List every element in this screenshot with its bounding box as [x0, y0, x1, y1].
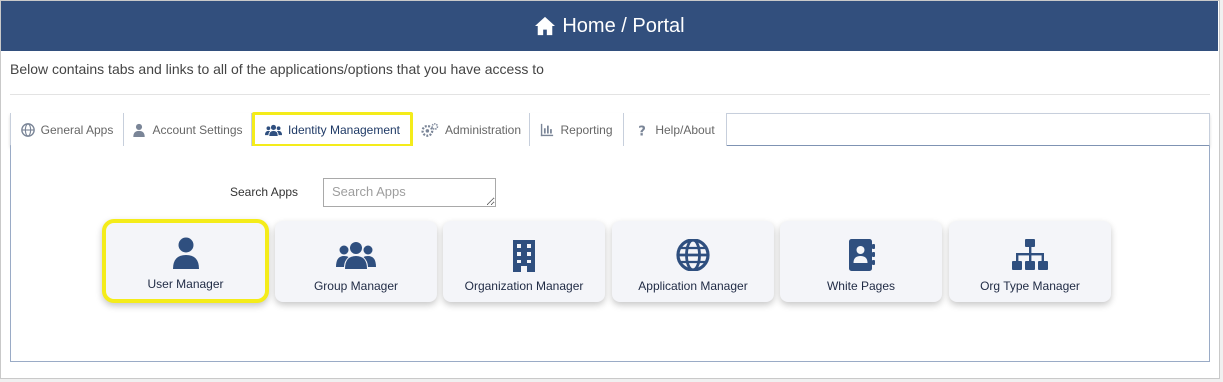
address-book-icon [849, 239, 875, 271]
search-label: Search Apps [230, 185, 299, 199]
app-label: Org Type Manager [980, 279, 1080, 293]
app-card-user-manager[interactable]: User Manager [102, 219, 269, 303]
bar-chart-icon [541, 123, 554, 136]
tab-general-apps[interactable]: General Apps [11, 113, 124, 146]
tab-label: Reporting [560, 122, 613, 137]
app-card-org-type-manager[interactable]: Org Type Manager [949, 221, 1111, 302]
app-label: Organization Manager [464, 279, 584, 293]
tab-reporting[interactable]: Reporting [530, 113, 624, 146]
app-card-white-pages[interactable]: White Pages [780, 221, 942, 302]
app-card-application-manager[interactable]: Application Manager [612, 221, 774, 302]
sitemap-icon [1012, 239, 1048, 270]
divider [10, 94, 1210, 95]
tab-identity-management[interactable]: Identity Management [252, 112, 413, 147]
home-icon [535, 16, 556, 36]
app-card-organization-manager[interactable]: Organization Manager [443, 221, 605, 302]
app-card-group-manager[interactable]: Group Manager [275, 221, 437, 302]
question-icon: ? [639, 124, 647, 137]
user-icon [172, 237, 199, 269]
tab-label: Identity Management [287, 122, 401, 137]
gears-icon [421, 122, 439, 137]
app-label: Application Manager [638, 279, 748, 293]
tab-label: Help/About [655, 122, 715, 137]
app-label: Group Manager [313, 279, 399, 293]
tab-label: Administration [444, 122, 522, 137]
tab-label: General Apps [40, 122, 114, 137]
page-subtitle: Below contains tabs and links to all of … [10, 61, 544, 77]
search-input[interactable] [323, 178, 496, 207]
users-icon [264, 124, 282, 136]
user-icon [133, 123, 146, 137]
tab-bar: General Apps Account Settings Identity M… [10, 112, 1210, 147]
globe-icon [20, 122, 35, 137]
tab-help-about[interactable]: ? Help/About [624, 113, 727, 146]
tab-label: Account Settings [152, 122, 243, 137]
building-icon [513, 240, 535, 272]
tab-administration[interactable]: Administration [413, 113, 530, 146]
page-title: Home / Portal [562, 14, 685, 37]
app-label: User Manager [147, 277, 224, 291]
globe-icon [676, 239, 710, 271]
tab-account-settings[interactable]: Account Settings [124, 113, 252, 146]
page-header: Home / Portal [1, 1, 1218, 51]
svg-text:?: ? [639, 124, 647, 137]
app-label: White Pages [826, 279, 896, 293]
users-icon [336, 242, 376, 269]
